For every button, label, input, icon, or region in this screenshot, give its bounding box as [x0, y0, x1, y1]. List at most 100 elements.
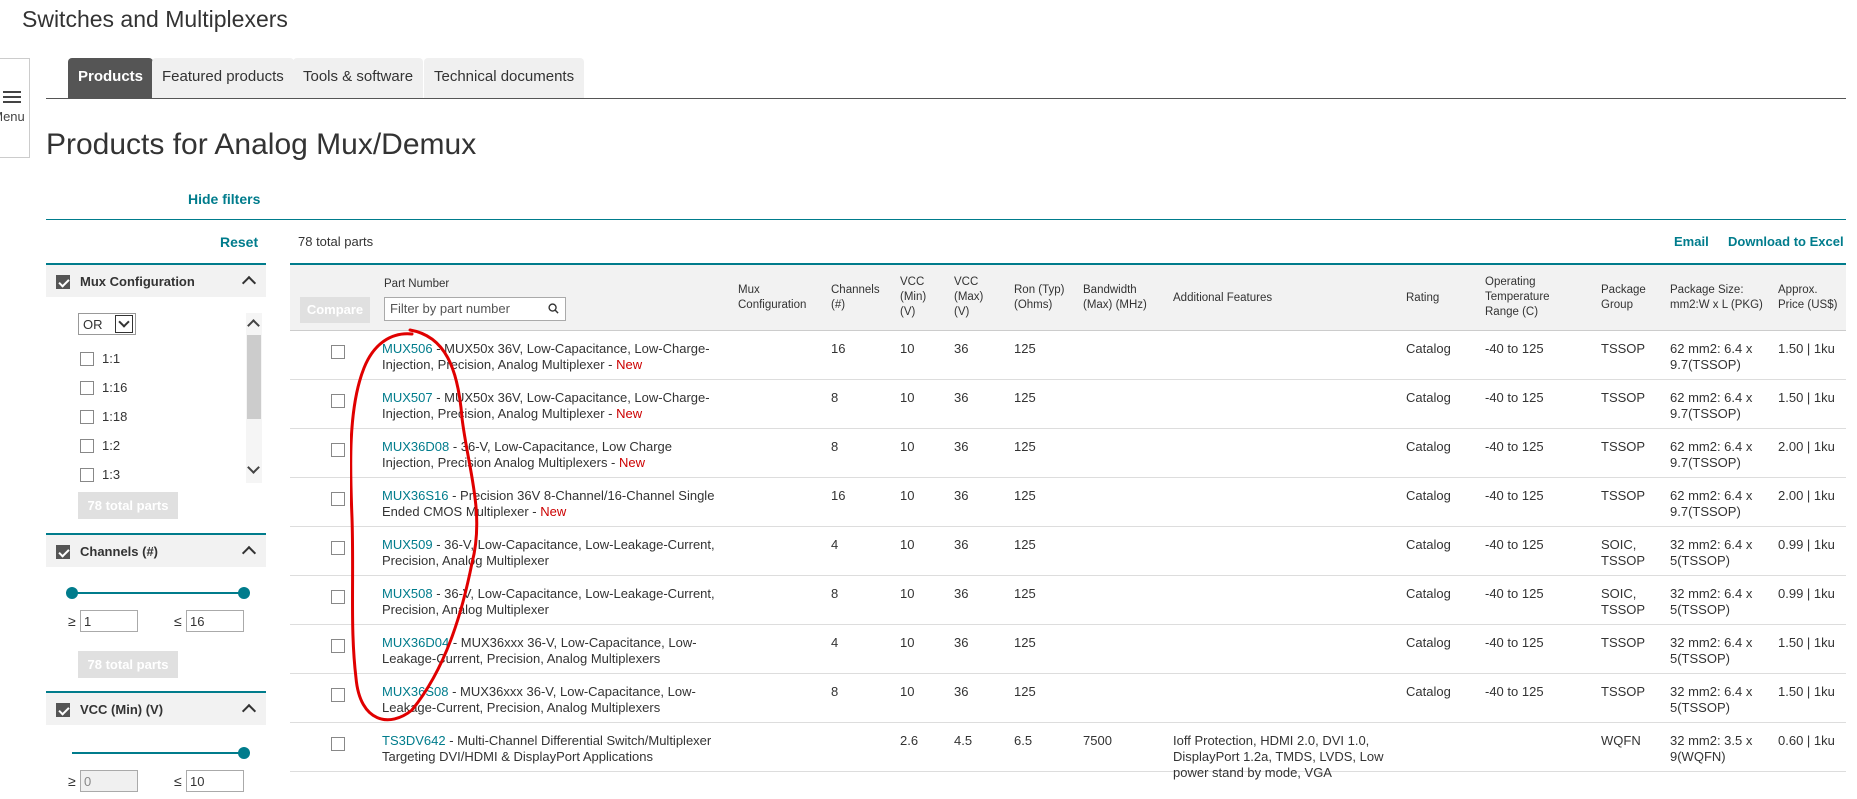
cell-price: 1.50 | 1ku [1778, 635, 1835, 650]
cell-package-size: 32 mm2: 6.4 x 5(TSSOP) [1670, 684, 1753, 715]
cell-operating-temp: -40 to 125 [1485, 439, 1544, 454]
tab-products[interactable]: Products [68, 58, 154, 98]
filter-channels-header[interactable]: Channels (#) [46, 533, 266, 567]
email-link[interactable]: Email [1674, 234, 1709, 249]
col-header-ron[interactable]: Ron (Typ) (Ohms) [1014, 283, 1065, 313]
cell-price: 1.50 | 1ku [1778, 390, 1835, 405]
cell-vcc-min: 2.6 [900, 733, 919, 748]
filter-mux-config-header[interactable]: Mux Configuration [46, 263, 266, 297]
cell-package-size: 32 mm2: 6.4 x 5(TSSOP) [1670, 635, 1753, 666]
row-compare-checkbox[interactable] [331, 394, 345, 408]
cell-package-group: WQFN [1601, 733, 1641, 748]
col-header-price[interactable]: Approx. Price (US$) [1778, 283, 1837, 313]
row-compare-checkbox[interactable] [331, 345, 345, 359]
filter-channels-checkbox[interactable] [56, 545, 70, 559]
col-header-rating[interactable]: Rating [1406, 291, 1439, 306]
chevron-up-icon[interactable] [241, 275, 257, 291]
compare-button[interactable]: Compare [300, 297, 370, 323]
channels-range-slider[interactable] [66, 587, 250, 599]
total-parts-count: 78 total parts [298, 234, 374, 249]
option-checkbox[interactable] [80, 439, 94, 453]
cell-price: 2.00 | 1ku [1778, 488, 1835, 503]
download-excel-link[interactable]: Download to Excel [1728, 234, 1844, 249]
scrollbar-thumb[interactable] [247, 335, 261, 419]
col-header-additional-features[interactable]: Additional Features [1173, 291, 1272, 306]
cell-package-group: TSSOP [1601, 488, 1646, 503]
col-header-vcc-max[interactable]: VCC (Max) (V) [954, 275, 983, 320]
col-header-vcc-min[interactable]: VCC (Min) (V) [900, 275, 926, 320]
cell-price: 1.50 | 1ku [1778, 341, 1835, 356]
table-row: MUX36S08 - MUX36xxx 36-V, Low-Capacitanc… [290, 674, 1846, 723]
mux-total-parts-button[interactable]: 78 total parts [78, 492, 178, 519]
cell-operating-temp: -40 to 125 [1485, 635, 1544, 650]
option-checkbox[interactable] [80, 381, 94, 395]
ge-symbol: ≥ [68, 773, 76, 789]
filter-vcc-min-checkbox[interactable] [56, 703, 70, 717]
tab-featured-products[interactable]: Featured products [152, 58, 294, 98]
filter-vcc-min-header[interactable]: VCC (Min) (V) [46, 691, 266, 725]
col-header-operating-temp[interactable]: Operating Temperature Range (C) [1485, 275, 1550, 320]
channels-min-input[interactable] [80, 610, 138, 632]
cell-vcc-max: 36 [954, 341, 969, 356]
slider-max-handle[interactable] [238, 747, 250, 759]
option-checkbox[interactable] [80, 410, 94, 424]
red-circle-annotation [350, 328, 479, 722]
part-number-link[interactable]: TS3DV642 [382, 733, 446, 748]
cell-operating-temp: -40 to 125 [1485, 586, 1544, 601]
col-header-part-number[interactable]: Part Number [384, 277, 449, 292]
col-header-package-size[interactable]: Package Size: mm2:W x L (PKG) [1670, 283, 1763, 313]
cell-ron: 125 [1014, 488, 1036, 503]
row-compare-checkbox[interactable] [331, 590, 345, 604]
row-compare-checkbox[interactable] [331, 443, 345, 457]
menu-button[interactable]: Menu [0, 58, 30, 158]
cell-ron: 125 [1014, 586, 1036, 601]
slider-max-handle[interactable] [238, 587, 250, 599]
col-header-channels[interactable]: Channels (#) [831, 283, 880, 313]
scroll-down-icon[interactable] [247, 461, 260, 474]
cell-channels: 8 [831, 439, 839, 454]
part-number-filter-input[interactable]: Filter by part number [384, 297, 566, 321]
cell-package-group: TSSOP [1601, 390, 1646, 405]
vcc-min-range-slider[interactable] [72, 747, 250, 759]
channels-total-parts-button[interactable]: 78 total parts [78, 651, 178, 678]
option-label: 1:18 [102, 409, 128, 424]
vcc-max-input[interactable] [186, 770, 244, 792]
row-compare-checkbox[interactable] [331, 639, 345, 653]
cell-vcc-min: 10 [900, 537, 915, 552]
chevron-up-icon[interactable] [241, 545, 257, 561]
row-compare-checkbox[interactable] [331, 688, 345, 702]
vcc-min-input[interactable] [80, 770, 138, 792]
new-badge: New [616, 406, 643, 421]
filter-mux-config-checkbox[interactable] [56, 275, 70, 289]
chevron-up-icon[interactable] [241, 703, 257, 719]
row-compare-checkbox[interactable] [331, 492, 345, 506]
cell-vcc-min: 10 [900, 586, 915, 601]
mux-operator-select[interactable]: OR [78, 313, 136, 335]
cell-bandwidth: 7500 [1083, 733, 1112, 748]
option-label: 1:16 [102, 380, 128, 395]
option-checkbox[interactable] [80, 352, 94, 366]
table-header: Compare Part Number Filter by part numbe… [290, 263, 1846, 331]
col-header-package-group[interactable]: Package Group [1601, 283, 1646, 313]
tab-tools-software[interactable]: Tools & software [293, 58, 424, 98]
cell-ron: 125 [1014, 537, 1036, 552]
cell-package-size: 32 mm2: 6.4 x 5(TSSOP) [1670, 586, 1753, 617]
col-header-mux-config[interactable]: Mux Configuration [738, 283, 806, 313]
cell-channels: 16 [831, 341, 846, 356]
scroll-up-icon[interactable] [247, 319, 260, 332]
cell-price: 0.60 | 1ku [1778, 733, 1835, 748]
tab-technical-documents[interactable]: Technical documents [424, 58, 585, 98]
reset-link[interactable]: Reset [220, 234, 258, 250]
slider-min-handle[interactable] [66, 587, 78, 599]
cell-vcc-max: 36 [954, 586, 969, 601]
hide-filters-link[interactable]: Hide filters [188, 191, 260, 207]
row-compare-checkbox[interactable] [331, 541, 345, 555]
chevron-down-icon [115, 315, 133, 333]
option-checkbox[interactable] [80, 468, 94, 482]
row-compare-checkbox[interactable] [331, 737, 345, 751]
options-scrollbar[interactable] [246, 313, 262, 483]
cell-vcc-max: 4.5 [954, 733, 973, 748]
search-icon[interactable] [548, 303, 559, 314]
channels-max-input[interactable] [186, 610, 244, 632]
col-header-bandwidth[interactable]: Bandwidth (Max) (MHz) [1083, 283, 1147, 313]
